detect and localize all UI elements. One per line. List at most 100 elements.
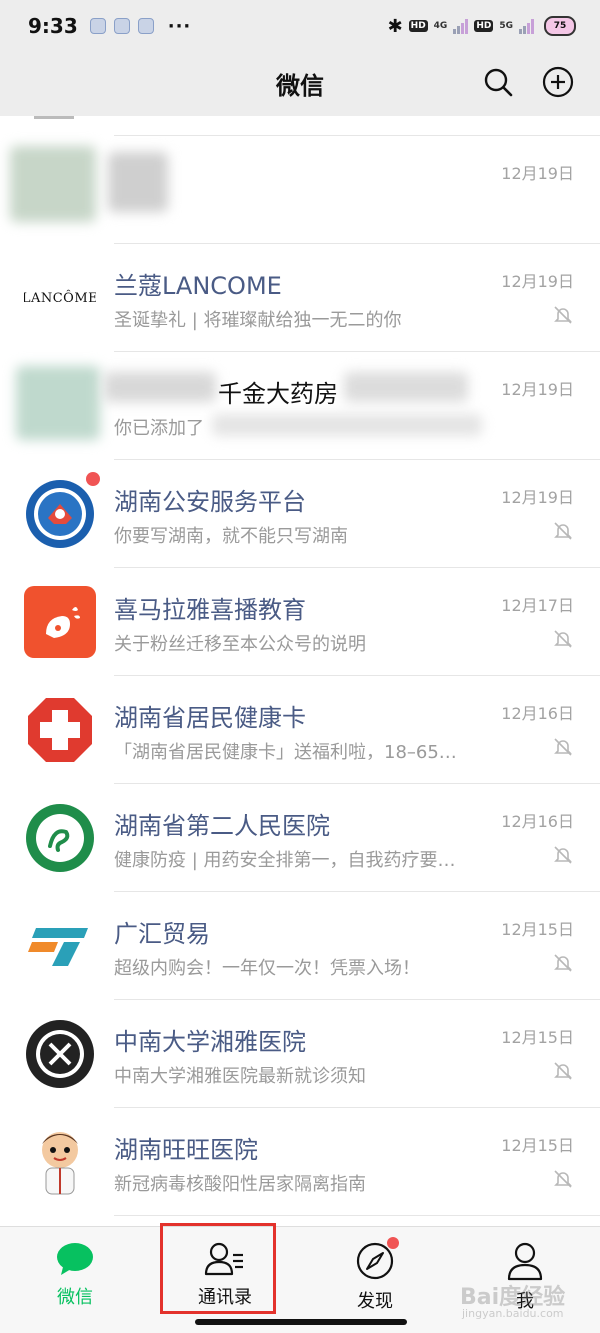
chat-row[interactable]: 湖南省居民健康卡 「湖南省居民健康卡」送福利啦，18–65… 12月16日: [0, 676, 600, 784]
chat-name: 广汇贸易: [114, 920, 210, 948]
chat-date: 12月16日: [501, 812, 574, 831]
chat-row[interactable]: LANCÔME 兰蔻LANCOME 圣诞挚礼 | 将璀璨献给独一无二的你 12月…: [0, 244, 600, 352]
discover-badge: [387, 1237, 399, 1249]
chat-preview: 你已添加了: [114, 418, 204, 439]
red-cross-icon: [28, 698, 92, 762]
hd-badge: HD: [474, 20, 494, 32]
police-badge-icon: [26, 480, 94, 548]
xiangya-hospital-logo-icon: [26, 1020, 94, 1088]
mute-bell-icon: [554, 1170, 572, 1188]
chat-name: 中南大学湘雅医院: [114, 1028, 306, 1056]
mute-bell-icon: [554, 738, 572, 756]
chat-list: 12月19日 LANCÔME 兰蔻LANCOME 圣诞挚礼 | 将璀璨献给独一无…: [0, 116, 600, 1226]
tab-discover[interactable]: 发现: [315, 1237, 435, 1317]
search-icon: [484, 68, 513, 97]
search-button[interactable]: [480, 64, 516, 100]
chat-name: 千金大药房: [218, 380, 338, 408]
chat-date: 12月15日: [501, 1136, 574, 1155]
home-indicator[interactable]: [195, 1319, 407, 1325]
chat-name-redacted: [108, 152, 168, 212]
ximalaya-logo-icon: [46, 607, 80, 638]
chat-name: 湖南公安服务平台: [114, 488, 306, 516]
chat-date: 12月17日: [501, 596, 574, 615]
chat-date: 12月15日: [501, 920, 574, 939]
redacted-block: [212, 414, 482, 436]
avatar: [10, 146, 96, 222]
lancome-logo: LANCÔME: [24, 290, 96, 306]
chat-date: 12月19日: [501, 164, 574, 183]
avatar: [24, 1018, 96, 1090]
chat-name: 兰蔻LANCOME: [114, 272, 282, 300]
chat-date: 12月16日: [501, 704, 574, 723]
signal-icon: [453, 18, 469, 34]
chat-date: 12月19日: [501, 272, 574, 291]
chat-row[interactable]: 中南大学湘雅医院 中南大学湘雅医院最新就诊须知 12月15日: [0, 1000, 600, 1108]
chat-date: 12月19日: [501, 488, 574, 507]
avatar: [24, 586, 96, 658]
avatar: [24, 478, 96, 550]
chat-bubble-icon: [57, 1243, 93, 1275]
chat-preview: 「湖南省居民健康卡」送福利啦，18–65…: [114, 742, 457, 763]
avatar: [16, 366, 100, 440]
status-indicators: ✱ HD 4G HD 5G 75: [388, 16, 576, 37]
chat-name: 喜马拉雅喜播教育: [114, 596, 306, 624]
chat-preview: 超级内购会！一年仅一次！凭票入场！: [114, 958, 420, 979]
doctor-cartoon-icon: [42, 1132, 78, 1195]
watermark-url: jingyan.baidu.com: [462, 1307, 564, 1320]
network-type-5g: 5G: [499, 21, 513, 31]
mute-bell-icon: [554, 630, 572, 648]
chat-row[interactable]: 广汇贸易 超级内购会！一年仅一次！凭票入场！ 12月15日: [0, 892, 600, 1000]
chat-row[interactable]: 千金大药房 你已添加了 12月19日: [0, 352, 600, 460]
mute-bell-icon: [554, 954, 572, 972]
chat-name: 湖南省居民健康卡: [114, 704, 306, 732]
chat-preview: 圣诞挚礼 | 将璀璨献给独一无二的你: [114, 310, 402, 331]
bluetooth-icon: ✱: [387, 15, 403, 37]
notification-app-icon: [113, 18, 130, 34]
chat-row[interactable]: 湖南省第二人民医院 健康防疫 | 用药安全排第一，自我药疗要… 12月16日: [0, 784, 600, 892]
mute-bell-icon: [554, 846, 572, 864]
add-button[interactable]: [540, 64, 576, 100]
chat-preview: 你要写湖南，就不能只写湖南: [114, 526, 348, 547]
person-icon: [507, 1242, 543, 1281]
list-item-partial: [34, 116, 600, 136]
chat-date: 12月15日: [501, 1028, 574, 1047]
redacted-block: [344, 372, 468, 402]
status-bar: 9:33 ··· ✱ HD 4G HD 5G 75: [0, 0, 600, 52]
network-type-4g: 4G: [433, 21, 448, 31]
chat-row[interactable]: 湖南旺旺医院 新冠病毒核酸阳性居家隔离指南 12月15日: [0, 1108, 600, 1216]
avatar: LANCÔME: [24, 262, 96, 334]
chat-row[interactable]: 喜马拉雅喜播教育 关于粉丝迁移至本公众号的说明 12月17日: [0, 568, 600, 676]
highlight-annotation-box: [160, 1223, 276, 1314]
chat-row[interactable]: 12月19日: [0, 136, 600, 244]
redacted-block: [104, 372, 216, 402]
avatar: [24, 802, 96, 874]
chat-date: 12月19日: [501, 380, 574, 399]
guanghui-logo-icon: [28, 928, 88, 966]
status-more-icon: ···: [167, 15, 192, 37]
mute-bell-icon: [554, 522, 572, 540]
chat-preview: 新冠病毒核酸阳性居家隔离指南: [114, 1174, 366, 1195]
chat-row[interactable]: 湖南公安服务平台 你要写湖南，就不能只写湖南 12月19日: [0, 460, 600, 568]
chat-preview: 中南大学湘雅医院最新就诊须知: [114, 1066, 366, 1087]
battery-icon: 75: [544, 16, 576, 36]
bottom-tab-bar: 微信 通讯录 发现 我 Bai度经验 jingyan.baidu.com: [0, 1223, 600, 1333]
plus-circle-icon: [542, 66, 574, 98]
chat-name: 湖南旺旺医院: [114, 1136, 258, 1164]
chat-preview: 健康防疫 | 用药安全排第一，自我药疗要…: [114, 850, 456, 871]
notification-app-icon: [89, 18, 106, 34]
app-header: 微信: [0, 52, 600, 116]
tab-wechat[interactable]: 微信: [15, 1237, 135, 1317]
chat-name: 湖南省第二人民医院: [114, 812, 330, 840]
status-time: 9:33: [28, 14, 78, 38]
tab-label: 发现: [357, 1291, 393, 1312]
mute-bell-icon: [554, 1062, 572, 1080]
signal-icon: [519, 18, 534, 34]
chat-preview: 关于粉丝迁移至本公众号的说明: [114, 634, 366, 655]
unread-badge: [86, 472, 100, 486]
hd-badge: HD: [408, 20, 428, 32]
hospital-logo-icon: [26, 804, 94, 872]
avatar: [24, 694, 96, 766]
tab-label: 微信: [57, 1287, 93, 1308]
avatar: [24, 910, 96, 982]
avatar: [24, 1126, 96, 1198]
